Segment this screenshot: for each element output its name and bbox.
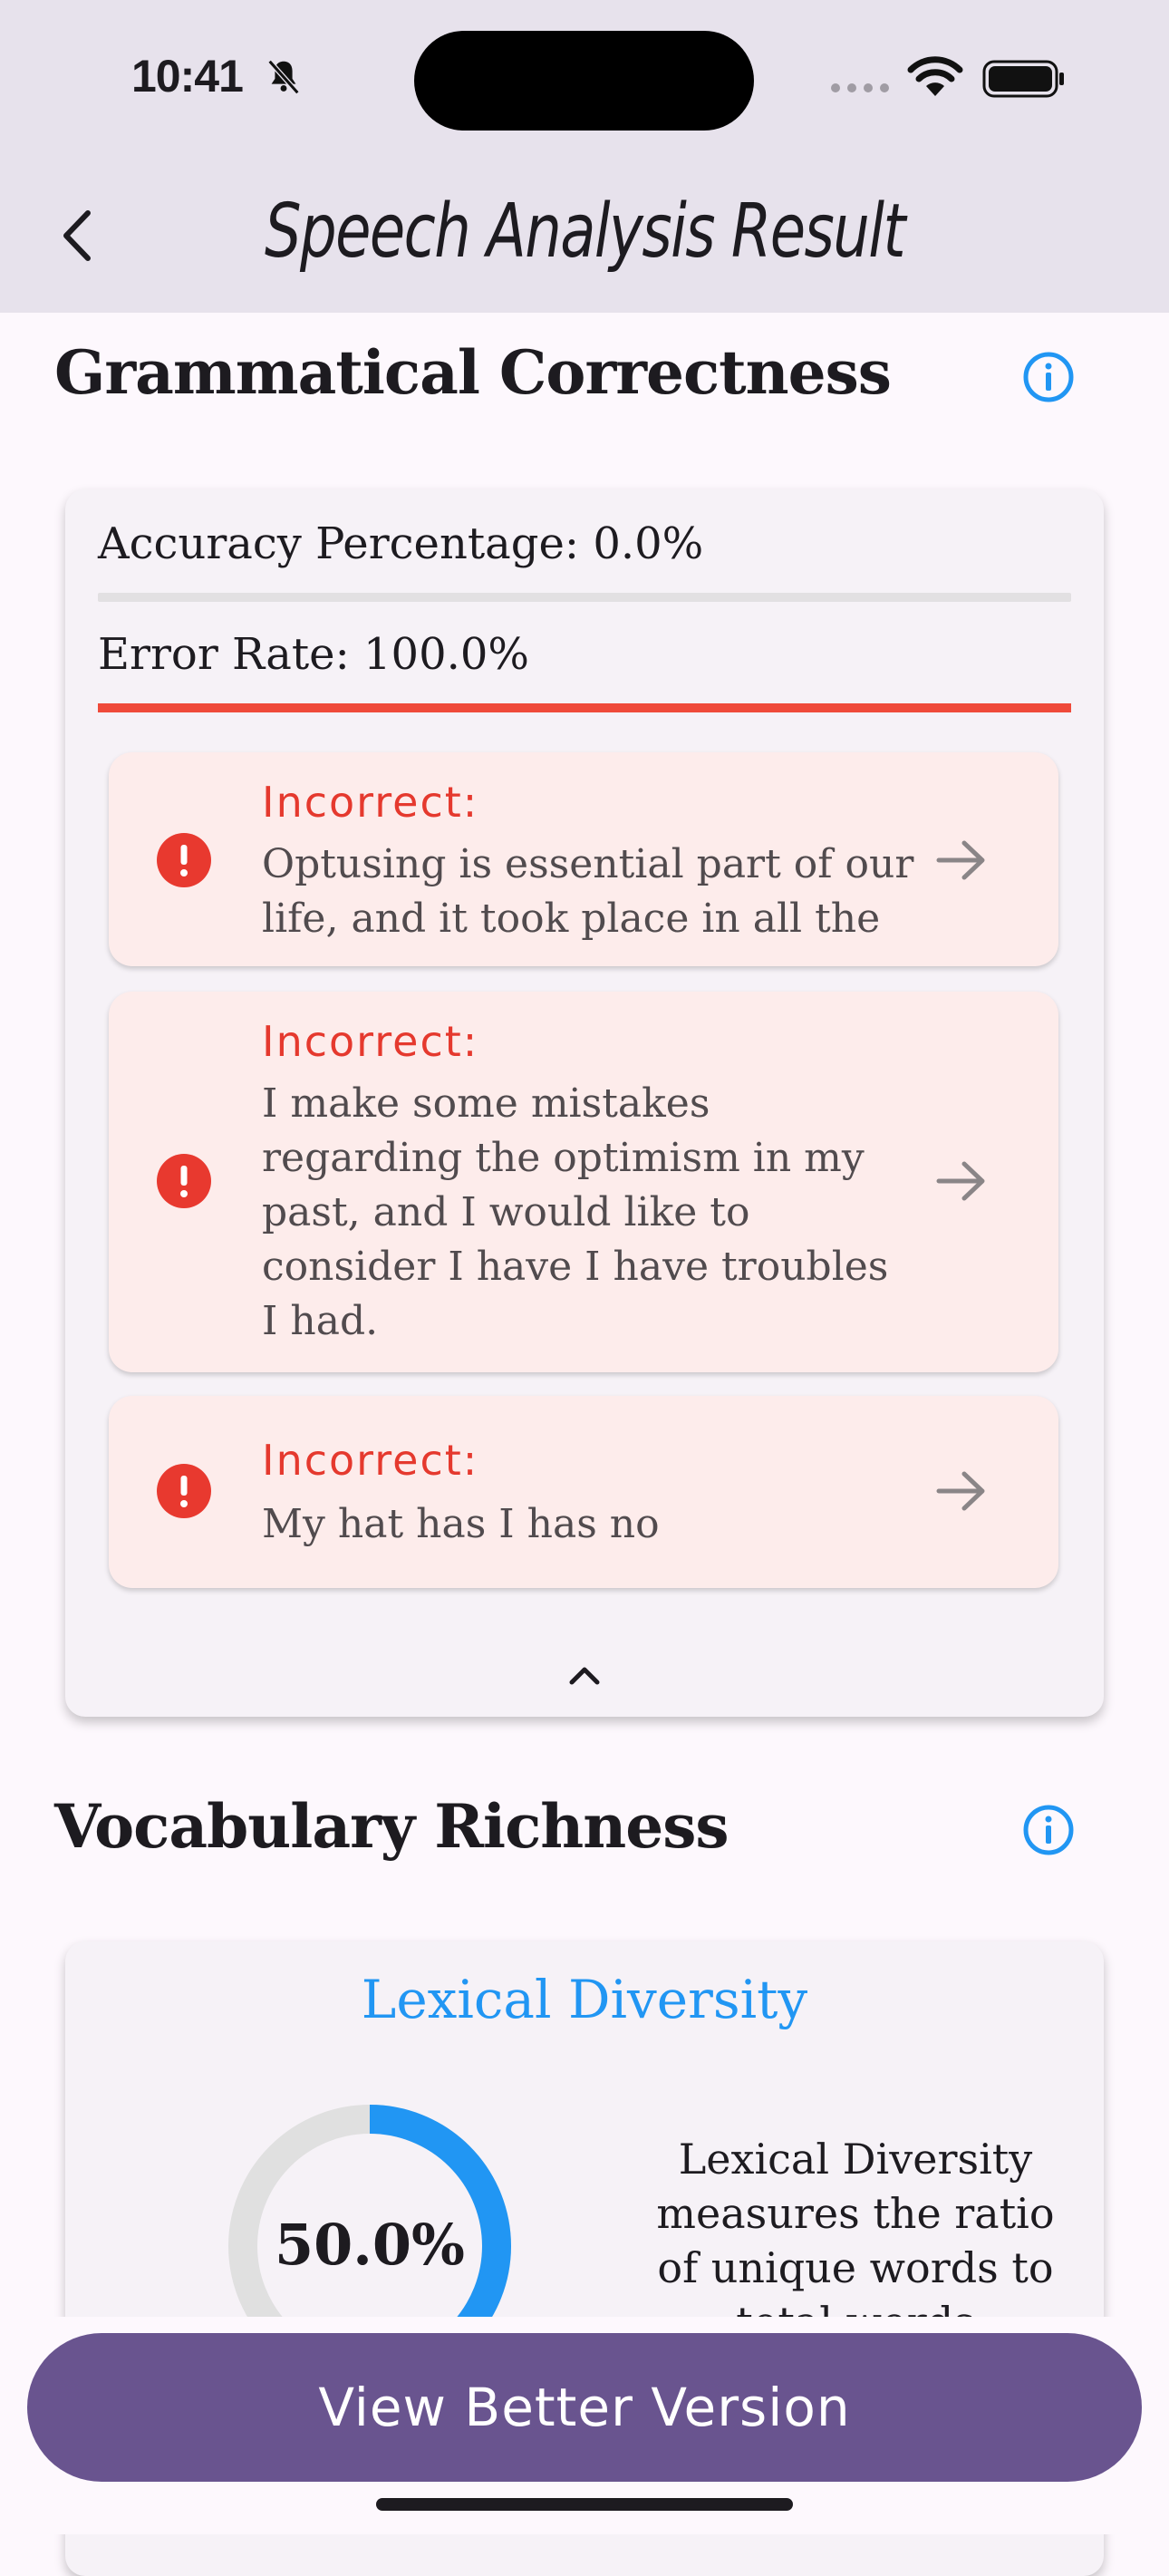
error-item-label: Incorrect: — [262, 778, 479, 827]
battery-icon — [982, 60, 1064, 98]
error-icon — [157, 833, 211, 887]
error-icon — [157, 1154, 211, 1208]
silent-bell-icon — [267, 59, 300, 95]
arrow-right-icon[interactable] — [933, 838, 990, 883]
error-item-label: Incorrect: — [262, 1017, 479, 1066]
info-icon[interactable] — [1022, 1804, 1075, 1856]
accuracy-progress-bar — [98, 593, 1071, 602]
view-better-version-button[interactable]: View Better Version — [27, 2333, 1142, 2482]
home-indicator — [376, 2498, 793, 2511]
wifi-icon — [907, 56, 963, 96]
back-arrow-icon[interactable] — [50, 204, 104, 267]
dynamic-island — [414, 31, 754, 131]
error-rate-progress-bar — [98, 703, 1071, 712]
info-icon[interactable] — [1022, 351, 1075, 403]
lexical-diversity-value: 50.0% — [275, 2212, 465, 2278]
error-item[interactable] — [109, 1396, 1058, 1588]
page-title: Speech Analysis Result — [265, 189, 906, 275]
arrow-right-icon[interactable] — [933, 1468, 990, 1514]
status-time: 10:41 — [131, 51, 244, 102]
error-rate-label: Error Rate: 100.0% — [98, 629, 530, 680]
lexical-diversity-title: Lexical Diversity — [361, 1969, 808, 2030]
error-icon — [157, 1464, 211, 1518]
error-item-text: My hat has I has no — [262, 1501, 660, 1547]
collapse-chevron-up-icon[interactable] — [565, 1662, 604, 1688]
vocabulary-section-title: Vocabulary Richness — [54, 1791, 729, 1862]
signal-dots-icon — [831, 83, 889, 92]
error-rate-progress-fill — [98, 703, 1071, 712]
accuracy-label: Accuracy Percentage: 0.0% — [98, 518, 704, 569]
grammar-section-title: Grammatical Correctness — [54, 337, 892, 408]
error-item-label: Incorrect: — [262, 1436, 479, 1485]
error-item-text: Optusing is essential part of our life, … — [262, 841, 914, 942]
error-item-text: I make some mistakes regarding the optim… — [262, 1080, 889, 1344]
arrow-right-icon[interactable] — [933, 1158, 990, 1204]
